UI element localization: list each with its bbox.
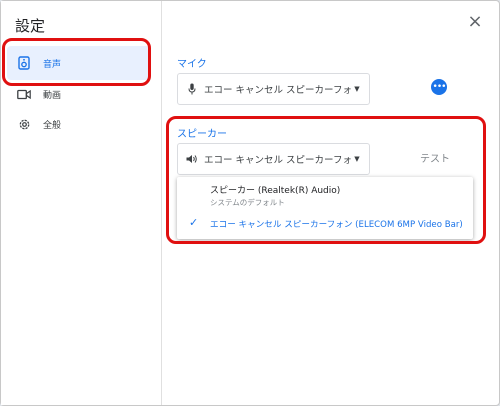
speaker-selected-value: エコー キャンセル スピーカーフォン ... (204, 155, 351, 166)
video-camera-icon (17, 87, 31, 101)
microphone-selected-value: エコー キャンセル スピーカーフォン ... (204, 85, 351, 96)
close-icon: × (467, 11, 483, 32)
speaker-select[interactable]: エコー キャンセル スピーカーフォン ... ▼ (177, 143, 370, 175)
caret-down-icon: ▼ (354, 155, 360, 163)
sidebar-item-audio[interactable]: 音声 (7, 46, 150, 80)
sidebar-item-label: 全般 (43, 120, 62, 131)
microphone-icon (185, 83, 199, 95)
volume-icon (185, 154, 199, 164)
checkmark-icon: ✓ (189, 216, 199, 229)
speaker-option[interactable]: スピーカー (Realtek(R) Audio) システムのデフォルト (177, 179, 473, 209)
test-button[interactable]: テスト (413, 151, 457, 169)
sidebar: 設定 音声 動画 全般 (1, 1, 162, 405)
option-subtitle: システムのデフォルト (210, 198, 285, 207)
speaker-option[interactable]: ✓ エコー キャンセル スピーカーフォン (ELECOM 6MP Video B… (177, 210, 473, 236)
sidebar-item-label: 音声 (43, 59, 62, 70)
option-title: エコー キャンセル スピーカーフォン (ELECOM 6MP Video Bar… (210, 220, 463, 230)
more-options-button[interactable]: ••• (431, 79, 447, 95)
close-button[interactable]: × (463, 11, 487, 35)
gear-icon (17, 117, 31, 131)
caret-down-icon: ▼ (354, 85, 360, 93)
speaker-label: スピーカー (177, 129, 227, 140)
sidebar-item-video[interactable]: 動画 (7, 77, 150, 111)
option-title: スピーカー (Realtek(R) Audio) (210, 186, 341, 196)
speaker-dropdown-menu: スピーカー (Realtek(R) Audio) システムのデフォルト ✓ エコ… (177, 177, 473, 239)
dialog-title: 設定 (15, 17, 46, 35)
sidebar-item-label: 動画 (43, 90, 62, 101)
microphone-select[interactable]: エコー キャンセル スピーカーフォン ... ▼ (177, 73, 370, 105)
sidebar-item-general[interactable]: 全般 (7, 107, 150, 141)
more-horizontal-icon: ••• (432, 82, 447, 92)
microphone-label: マイク (177, 59, 207, 70)
settings-dialog: 設定 音声 動画 全般 × マイク エコー キャンセル スピーカーフォン (0, 0, 500, 406)
speaker-icon (17, 56, 31, 70)
